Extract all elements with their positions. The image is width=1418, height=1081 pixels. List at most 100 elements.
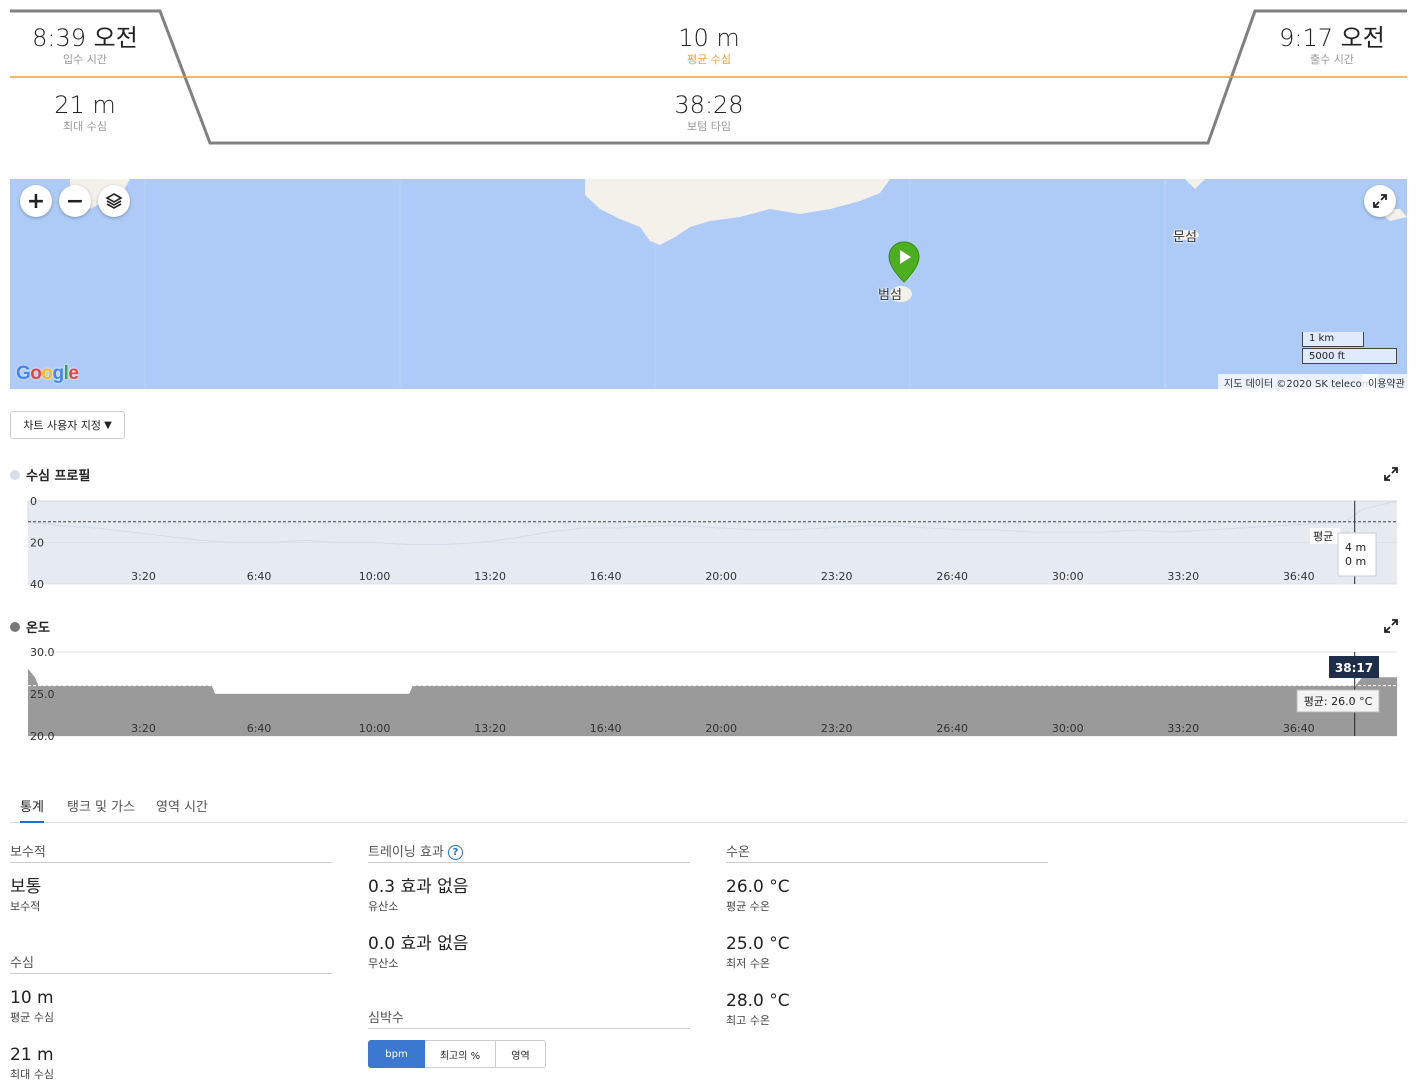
temp-average-text: 평균: 26.0 °C [1304,695,1373,708]
tab-zone-time[interactable]: 영역 시간 [156,796,208,823]
tab-tanks-gas[interactable]: 탱크 및 가스 [67,796,135,823]
caret-down-icon: ▼ [104,419,112,431]
depth-y-tick-label: 20 [30,537,44,550]
avg-temp-value: 26.0 °C [726,877,790,897]
chart-customize-label: 차트 사용자 지정 [23,419,102,432]
zoom-out-button[interactable]: − [59,185,91,217]
start-pin-icon[interactable] [887,240,921,286]
depth-x-tick-label: 26:40 [936,570,968,583]
bottom-time-value: 38:28 [674,91,744,119]
temp-x-tick-label: 26:40 [936,722,968,735]
avg-depth-value: 10 m [678,24,740,52]
place-munseom: 문섬 [1173,230,1197,245]
hr-bpm-option[interactable]: bpm [368,1040,425,1068]
map-attribution: 지도 데이터 ©2020 SK telecom [1218,374,1378,390]
stats-column-3: 수온 26.0 °C 평균 수온 25.0 °C 최저 수온 28.0 °C 최… [726,843,1048,1028]
hr-zone-option[interactable]: 영역 [496,1040,546,1068]
depth-x-tick-label: 30:00 [1052,570,1084,583]
avg-temp-label: 평균 수온 [726,900,770,913]
temp-x-tick-label: 33:20 [1167,722,1199,735]
temp-expand-icon[interactable] [1384,619,1398,633]
heart-rate-unit-toggle: bpm 최고의 % 영역 [368,1040,690,1068]
depth-x-tick-label: 13:20 [474,570,506,583]
temp-legend-dot [10,621,20,632]
conservatism-value: 보통 [10,877,42,897]
max-depth-value: 21 m [54,91,116,119]
depth-legend-dot [10,469,20,480]
temp-x-tick-label: 3:20 [131,722,156,735]
stats-max-depth-value: 21 m [10,1045,54,1065]
training-effect-title: 트레이닝 효과 [368,844,444,860]
temp-x-tick-label: 36:40 [1283,722,1315,735]
aerobic-value: 0.3 효과 없음 [368,877,469,897]
depth-x-tick-label: 20:00 [705,570,737,583]
aerobic-label: 유산소 [368,900,399,913]
max-depth-label: 최대 수심 [63,120,107,133]
depth-x-tick-label: 16:40 [590,570,622,583]
avg-depth: 10 m 평균 수심 [609,24,809,67]
scale-ft: 5000 ft [1302,348,1397,364]
entry-time: 8:39 오전 입수 시간 [10,24,160,67]
anaerobic-value: 0.0 효과 없음 [368,934,469,954]
conservatism-label: 보수적 [10,900,41,913]
depth-x-tick-label: 10:00 [359,570,391,583]
anaerobic-label: 무산소 [368,957,399,970]
map-fullscreen-button[interactable] [1364,185,1396,217]
depth-chart[interactable]: 0 20 40 3:20 6:40 10:00 13:20 16:40 20:00 23:20 2… [10,490,1407,590]
depth-expand-icon[interactable] [1384,467,1398,481]
avg-depth-label: 평균 수심 [687,53,731,66]
temp-x-tick-label: 13:20 [474,722,506,735]
temp-x-tick-label: 20:00 [705,722,737,735]
stats-column-2: 트레이닝 효과 ? 0.3 효과 없음 유산소 0.0 효과 없음 무산소 심박… [368,843,690,1068]
zoom-in-button[interactable]: + [20,185,52,217]
depth-x-tick-label: 3:20 [131,570,156,583]
depth-x-tick-label: 33:20 [1167,570,1199,583]
depth-x-tick-label: 23:20 [821,570,853,583]
heart-rate-header: 심박수 [368,1009,690,1029]
exit-time-label: 출수 시간 [1310,53,1354,66]
scale-km: 1 km [1302,332,1364,347]
map-land [70,179,1407,389]
max-temp-label: 최고 수온 [726,1014,770,1027]
exit-time-value: 9:17 오전 [1279,24,1385,52]
temp-y-tick-label: 30.0 [30,646,55,659]
help-icon[interactable]: ? [447,845,463,860]
temp-cursor-label: 38:17 [1335,661,1373,675]
layers-button[interactable] [98,185,130,217]
google-logo: Google [16,363,79,384]
depth-average-text: 평균 [1313,530,1333,543]
min-temp-value: 25.0 °C [726,934,790,954]
temp-y-tick-label: 20.0 [30,730,55,742]
depth-y-tick-label: 0 [30,495,37,508]
chart-customize-dropdown[interactable]: 차트 사용자 지정 ▼ [10,411,125,439]
temp-x-tick-label: 16:40 [590,722,622,735]
entry-time-value: 8:39 오전 [32,24,138,52]
depth-y-tick-label: 40 [30,578,44,590]
bottom-time-label: 보텀 타임 [687,120,731,133]
map-terms-link[interactable]: 이용약관 [1362,374,1411,390]
stats-max-depth-label: 최대 수심 [10,1068,54,1081]
place-beomseom: 범섬 [878,288,902,303]
depth-chart-title-text: 수심 프로필 [26,469,91,484]
temp-chart[interactable]: 30.0 25.0 20.0 3:20 6:40 10:00 13:20 16:40 20:0… [10,642,1407,742]
temp-y-tick-label: 25.0 [30,688,55,701]
stats-avg-depth-value: 10 m [10,988,54,1008]
depth-x-tick-label: 6:40 [247,570,272,583]
stats-tabs: 통계 탱크 및 가스 영역 시간 [10,790,1407,823]
expand-icon [1373,194,1387,208]
temp-x-tick-label: 10:00 [359,722,391,735]
dive-map[interactable]: 범섬 문섬 1 km 5000 ft Google [10,179,1407,389]
min-temp-label: 최저 수온 [726,957,770,970]
exit-time: 9:17 오전 출수 시간 [1257,24,1407,67]
temp-chart-title: 온도 [10,617,50,636]
water-temp-header: 수온 [726,843,1048,863]
stats-avg-depth-label: 평균 수심 [10,1011,54,1024]
temp-x-tick-label: 6:40 [247,722,272,735]
temp-chart-title-text: 온도 [26,621,50,636]
depth-tooltip-value-1: 4 m [1345,541,1366,554]
depth-x-tick-label: 36:40 [1283,570,1315,583]
tab-stats[interactable]: 통계 [20,796,44,823]
max-depth: 21 m 최대 수심 [10,91,160,134]
dive-summary: 8:39 오전 입수 시간 10 m 평균 수심 9:17 오전 출수 시간 2… [0,0,1418,160]
hr-max-percent-option[interactable]: 최고의 % [425,1040,496,1068]
